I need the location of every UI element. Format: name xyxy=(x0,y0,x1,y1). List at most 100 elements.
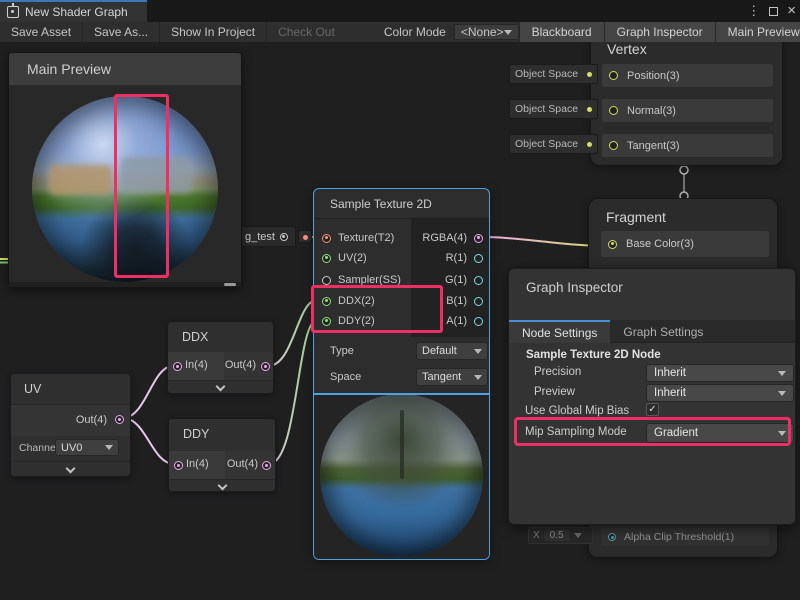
alpha-clip-port[interactable] xyxy=(608,533,616,541)
maximize-icon[interactable] xyxy=(769,7,778,16)
sample-texture-header[interactable]: Sample Texture 2D xyxy=(314,189,489,219)
a-output-label: A(1) xyxy=(446,315,467,327)
mip-bias-label: Use Global Mip Bias xyxy=(525,405,629,417)
highlight-box-mip-mode xyxy=(514,417,791,446)
main-preview-panel[interactable]: Main Preview xyxy=(8,52,242,288)
position-input-port[interactable] xyxy=(609,71,618,80)
object-space-label: Object Space xyxy=(515,68,578,80)
tangent-input-port[interactable] xyxy=(609,141,618,150)
object-space-selector-normal[interactable]: Object Space xyxy=(509,99,598,119)
connector-top-dot xyxy=(680,166,688,174)
ddy-node-title: DDY xyxy=(183,427,209,441)
tab-graph-settings[interactable]: Graph Settings xyxy=(610,320,716,343)
uv-input-label: UV(2) xyxy=(338,252,367,264)
sample-texture-2d-node[interactable]: Sample Texture 2D Texture(T2) UV(2) Samp… xyxy=(313,188,490,560)
ddx-in-port[interactable] xyxy=(173,362,182,371)
main-preview-header[interactable]: Main Preview xyxy=(9,53,241,85)
r-output-label: R(1) xyxy=(446,252,467,264)
toolbar-right-group: Blackboard Graph Inspector Main Preview xyxy=(519,22,800,42)
show-in-project-button[interactable]: Show In Project xyxy=(160,22,267,42)
ddx-io-row: In(4) Out(4) xyxy=(168,352,273,380)
wire-ddy-to-sample[interactable] xyxy=(269,320,317,464)
color-mode-dropdown[interactable]: <None> xyxy=(454,24,519,40)
ddy-in-port[interactable] xyxy=(174,461,183,470)
vertex-node[interactable]: Vertex Position(3) Normal(3) Tangent(3) xyxy=(590,28,783,166)
kebab-menu-icon[interactable]: ⋮ xyxy=(747,0,760,22)
mip-bias-checkbox[interactable]: ✓ xyxy=(646,403,659,416)
graph-inspector-toggle[interactable]: Graph Inspector xyxy=(604,22,715,42)
uv-collapse-button[interactable] xyxy=(11,461,130,477)
shader-graph-window: Vertex Position(3) Normal(3) Tangent(3) … xyxy=(0,0,800,600)
type-dropdown[interactable]: Default xyxy=(416,342,488,360)
rgba-output-row: RGBA(4) xyxy=(422,229,483,247)
space-dropdown[interactable]: Tangent xyxy=(416,368,488,386)
node-preview-sphere xyxy=(320,395,483,557)
uv-out-port[interactable] xyxy=(115,415,124,424)
graph-inspector-panel[interactable]: Graph Inspector Node Settings Graph Sett… xyxy=(508,268,796,525)
ddx-out-port[interactable] xyxy=(261,362,270,371)
uv-output-row: Out(4) xyxy=(11,404,130,436)
ddx-node[interactable]: DDX In(4) Out(4) xyxy=(167,321,274,394)
rgba-output-port[interactable] xyxy=(474,234,483,243)
r-output-row: R(1) xyxy=(446,249,483,267)
main-preview-bottom-bar xyxy=(9,282,241,287)
b-output-port[interactable] xyxy=(474,297,483,306)
normal-input-port[interactable] xyxy=(609,106,618,115)
window-controls: ⋮ × xyxy=(747,0,796,22)
normal-slot-label: Normal(3) xyxy=(627,105,676,117)
blackboard-toggle[interactable]: Blackboard xyxy=(519,22,604,42)
preview-dropdown[interactable]: Inherit xyxy=(646,384,794,402)
vertex-tangent-slot: Tangent(3) xyxy=(602,134,773,157)
space-value: Tangent xyxy=(422,371,461,383)
g-output-label: G(1) xyxy=(445,274,467,286)
uv-input-port[interactable] xyxy=(322,254,331,263)
fragment-node-title: Fragment xyxy=(606,209,666,225)
texture-property-output-stub[interactable] xyxy=(298,230,312,243)
ddx-in-label: In(4) xyxy=(185,359,208,371)
uv-node[interactable]: UV Out(4) Channe UV0 xyxy=(10,373,131,477)
texture-property-port[interactable] xyxy=(280,233,288,241)
chevron-down-icon xyxy=(778,371,786,376)
alpha-default-value-widget[interactable]: X 0.5 xyxy=(528,527,593,544)
uv-channel-dropdown[interactable]: UV0 xyxy=(55,439,119,456)
g-output-port[interactable] xyxy=(474,276,483,285)
shader-graph-tab[interactable]: New Shader Graph xyxy=(0,0,147,22)
tab-title: New Shader Graph xyxy=(25,5,128,19)
main-preview-body xyxy=(9,85,241,287)
precision-label: Precision xyxy=(534,366,581,378)
port-dot-icon xyxy=(587,142,592,147)
uv-input-row: UV(2) xyxy=(319,249,367,267)
chevron-down-icon xyxy=(216,382,226,392)
texture-input-port[interactable] xyxy=(322,234,331,243)
sampler-input-port[interactable] xyxy=(322,276,331,285)
rgba-output-label: RGBA(4) xyxy=(422,232,467,244)
tab-node-settings[interactable]: Node Settings xyxy=(509,320,610,343)
precision-dropdown[interactable]: Inherit xyxy=(646,364,794,382)
chevron-down-icon xyxy=(474,349,482,354)
save-asset-button[interactable]: Save Asset xyxy=(0,22,83,42)
ddy-node[interactable]: DDY In(4) Out(4) xyxy=(168,418,276,492)
save-as-button[interactable]: Save As... xyxy=(83,22,160,42)
a-output-port[interactable] xyxy=(474,317,483,326)
chevron-down-icon xyxy=(66,463,76,473)
object-space-selector-tangent[interactable]: Object Space xyxy=(509,134,598,154)
main-preview-toggle[interactable]: Main Preview xyxy=(715,22,800,42)
ddy-out-port[interactable] xyxy=(262,461,271,470)
r-output-port[interactable] xyxy=(474,254,483,263)
b-output-label: B(1) xyxy=(446,295,467,307)
value-field[interactable]: 0.5 xyxy=(544,530,570,541)
resize-grip[interactable] xyxy=(224,283,236,286)
wire-ddx-to-sample[interactable] xyxy=(268,300,317,366)
graph-inspector-title: Graph Inspector xyxy=(526,280,623,295)
ddy-collapse-button[interactable] xyxy=(169,479,275,493)
base-color-port[interactable] xyxy=(608,240,617,249)
type-label: Type xyxy=(330,345,354,357)
vertex-normal-slot: Normal(3) xyxy=(602,99,773,122)
ddx-collapse-button[interactable] xyxy=(168,380,273,395)
object-space-selector-position[interactable]: Object Space xyxy=(509,64,598,84)
inspector-node-title: Sample Texture 2D Node xyxy=(526,349,661,361)
precision-value: Inherit xyxy=(654,367,686,379)
uv-node-title: UV xyxy=(24,382,41,396)
texture-property-node[interactable]: g_test xyxy=(239,226,296,247)
close-icon[interactable]: × xyxy=(787,0,796,22)
